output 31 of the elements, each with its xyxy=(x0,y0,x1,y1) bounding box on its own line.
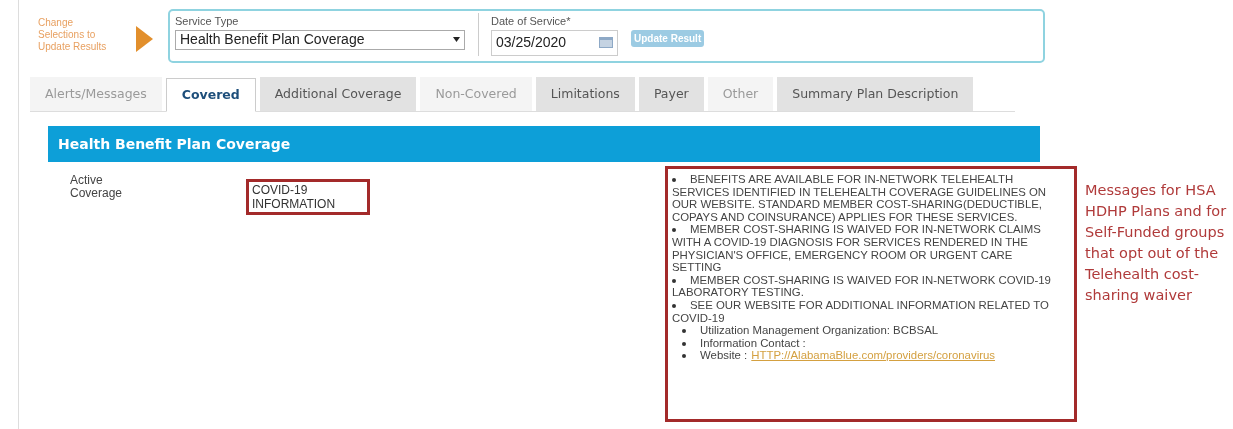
bullet-icon xyxy=(672,303,676,308)
message-text: BENEFITS ARE AVAILABLE FOR IN-NETWORK TELEHEALTH SERVICES IDENTIFIED IN TELEHEALTH COVERAGE GUIDELINES ON OUR WEBSITE. STANDARD MEMBER COST-SHARING(DEDUCTIBLE, COPAYS AND COINSURANCE) APPLIES FOR THESE SERVICES. xyxy=(672,173,1048,224)
tab[interactable]: Additional Coverage xyxy=(259,77,417,111)
row-label: Active Coverage xyxy=(70,174,124,200)
tab[interactable]: Summary Plan Description xyxy=(777,77,974,111)
annotation-text: Messages for HSA HDHP Plans and for Self-Funded groups that opt out of the Telehealth cost-sharing waiver xyxy=(1085,181,1228,305)
tab[interactable]: Limitations xyxy=(535,77,635,111)
calendar-icon xyxy=(599,37,613,48)
tab[interactable]: Covered xyxy=(165,78,256,112)
tab[interactable]: Payer xyxy=(638,77,704,111)
message-text: SEE OUR WEBSITE FOR ADDITIONAL INFORMATION RELATED TO COVID-19 xyxy=(672,298,1050,325)
bullet-icon xyxy=(682,341,686,346)
section-header: Health Benefit Plan Coverage xyxy=(48,126,1040,162)
message-text: Website : xyxy=(672,349,748,362)
bullet-icon xyxy=(672,278,676,283)
message-text: Utilization Management Organization: BCBSAL xyxy=(672,324,1064,337)
date-field[interactable]: 03/25/2020 xyxy=(491,29,618,56)
field-label: Service Type xyxy=(175,14,240,29)
message-text: MEMBER COST-SHARING IS WAIVED FOR IN-NETWORK COVID-19 LABORATORY TESTING. xyxy=(672,273,1052,299)
bullet-icon xyxy=(682,354,686,359)
bullet-icon xyxy=(672,178,676,182)
hint-text: Change Selections to Update Results xyxy=(38,16,108,53)
message-text: MEMBER COST-SHARING IS WAIVED FOR IN-NETWORK CLAIMS WITH A COVID-19 DIAGNOSIS FOR SERVICES RENDERED IN THE PHYSICIAN'S OFFICE, EMERGENCY ROOM OR URGENT CARE SETTING xyxy=(672,223,1042,274)
service-type-dropdown[interactable]: Health Benefit Plan Coverage xyxy=(175,29,465,50)
coverage-value: COVID-19 INFORMATION xyxy=(246,179,370,215)
message-text: Information Contact : xyxy=(672,336,1064,350)
caret-icon xyxy=(453,37,460,42)
field-label: Date of Service* xyxy=(491,14,572,29)
bullet-icon xyxy=(672,228,676,233)
arrow-icon xyxy=(136,26,153,52)
bullet-icon xyxy=(682,329,686,334)
